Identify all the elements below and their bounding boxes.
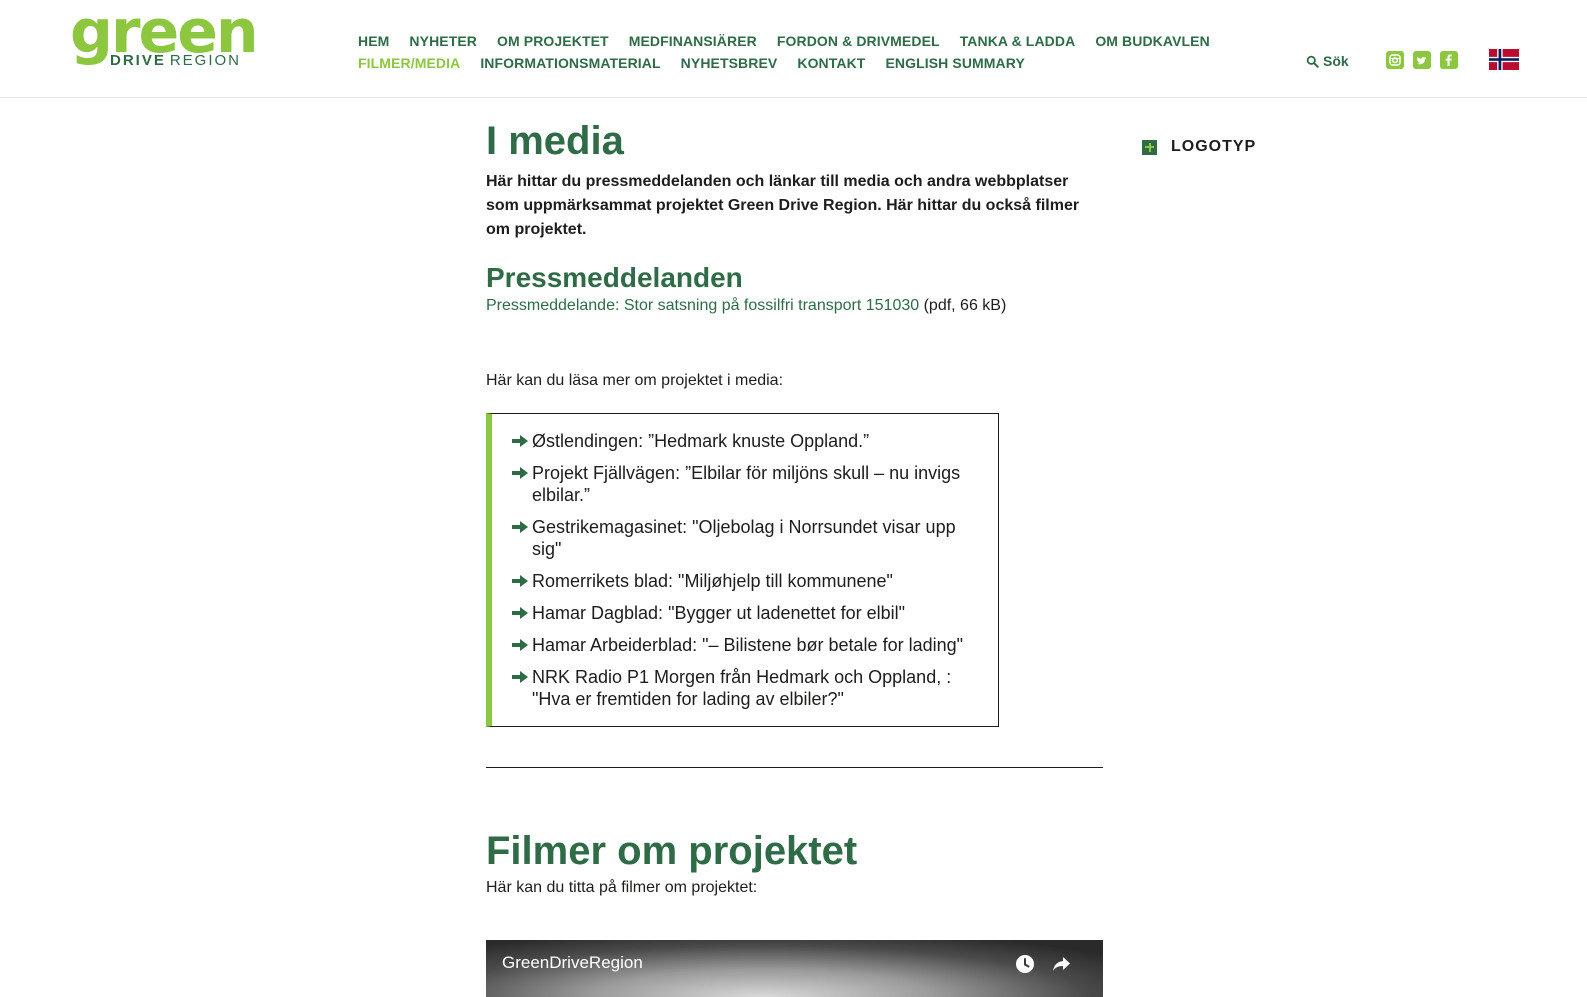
press-releases-heading: Pressmeddelanden — [486, 262, 743, 293]
norwegian-flag-icon[interactable] — [1489, 49, 1519, 70]
nav-link-tanka-ladda[interactable]: TANKA & LADDA — [960, 33, 1076, 49]
media-link-text: NRK Radio P1 Morgen från Hedmark och Opp… — [532, 667, 952, 709]
media-link-text: Hamar Arbeiderblad: "– Bilistene bør bet… — [532, 635, 964, 655]
twitter-icon[interactable] — [1413, 51, 1431, 69]
films-intro-text: Här kan du titta på filmer om projektet: — [486, 879, 758, 896]
press-release-row: Pressmeddelande: Stor satsning på fossil… — [486, 294, 1103, 318]
media-intro-text: Här kan du läsa mer om projektet i media… — [486, 372, 784, 389]
green-drive-region-logo[interactable]: green DRIVE REGION — [70, 2, 259, 76]
media-link-item[interactable]: Hamar Arbeiderblad: "– Bilistene bør bet… — [512, 634, 988, 656]
media-link-item[interactable]: Østlendingen: ”Hedmark knuste Oppland.” — [512, 430, 988, 452]
media-link-text: Hamar Dagblad: "Bygger ut ladenettet for… — [532, 603, 905, 623]
nav-row-1: HEM NYHETER OM PROJEKTET MEDFINANSIÄRER FORD… — [358, 30, 1218, 52]
nav-link-filmer-media[interactable]: FILMER/MEDIA — [358, 55, 460, 71]
video-title: GreenDriveRegion — [502, 953, 643, 972]
nav-link-om-projektet[interactable]: OM PROJEKTET — [497, 33, 609, 49]
facebook-icon[interactable] — [1440, 51, 1458, 69]
media-link-item[interactable]: Romerrikets blad: "Miljøhjelp till kommu… — [512, 570, 988, 592]
arrow-right-icon — [512, 634, 532, 656]
main-navigation: HEM NYHETER OM PROJEKTET MEDFINANSIÄRER FORD… — [358, 30, 1218, 74]
media-link-item[interactable]: NRK Radio P1 Morgen från Hedmark och Opp… — [512, 666, 988, 710]
media-link-text: Gestrikemagasinet: "Oljebolag i Norrsund… — [532, 517, 956, 559]
nav-link-informationsmaterial[interactable]: INFORMATIONSMATERIAL — [480, 55, 660, 71]
nav-row-2: FILMER/MEDIA INFORMATIONSMATERIAL NYHETSBR… — [358, 52, 1218, 74]
search-label: Sök — [1323, 53, 1349, 69]
logo-subtitle: DRIVE REGION — [110, 52, 241, 69]
plus-icon — [1142, 139, 1157, 155]
site-header: green DRIVE REGION HEM NYHETER OM PROJEKTET… — [0, 0, 1587, 98]
films-heading: Filmer om projektet — [486, 829, 858, 873]
watch-later-icon[interactable] — [1013, 952, 1037, 976]
arrow-right-icon — [512, 666, 532, 688]
arrow-right-icon — [512, 570, 532, 592]
nav-link-nyheter[interactable]: NYHETER — [409, 33, 477, 49]
arrow-right-icon — [512, 462, 532, 484]
media-link-text: Østlendingen: ”Hedmark knuste Oppland.” — [532, 431, 870, 451]
nav-link-medfinansiärer[interactable]: MEDFINANSIÄRER — [629, 33, 757, 49]
video-player[interactable]: GreenDriveRegion — [486, 940, 1103, 997]
lead-paragraph: Här hittar du pressmeddelanden och länka… — [486, 173, 1080, 238]
logo-region: REGION — [169, 52, 242, 69]
main-content: I media Här hittar du pressmeddelanden o… — [486, 118, 1103, 900]
nav-link-english-summary[interactable]: ENGLISH SUMMARY — [885, 55, 1024, 71]
media-link-item[interactable]: Gestrikemagasinet: "Oljebolag i Norrsund… — [512, 516, 988, 560]
arrow-right-icon — [512, 516, 532, 538]
search-button[interactable]: Sök — [1306, 53, 1349, 69]
nav-link-fordon-drivmedel[interactable]: FORDON & DRIVMEDEL — [777, 33, 940, 49]
nav-link-hem[interactable]: HEM — [358, 33, 389, 49]
search-icon — [1306, 55, 1319, 68]
media-link-item[interactable]: Projekt Fjällvägen: ”Elbilar för miljöns… — [512, 462, 988, 506]
section-divider — [486, 767, 1103, 768]
social-links — [1386, 51, 1458, 69]
nav-link-nyhetsbrev[interactable]: NYHETSBREV — [681, 55, 778, 71]
page-title: I media — [486, 119, 624, 163]
share-icon[interactable] — [1049, 952, 1073, 976]
media-link-text: Romerrikets blad: "Miljøhjelp till kommu… — [532, 571, 893, 591]
media-links-box: Østlendingen: ”Hedmark knuste Oppland.” P… — [486, 413, 999, 727]
sidebar-logotype-toggle[interactable]: LOGOTYP — [1142, 138, 1256, 156]
media-link-text: Projekt Fjällvägen: ”Elbilar för miljöns… — [532, 463, 961, 505]
nav-link-kontakt[interactable]: KONTAKT — [797, 55, 865, 71]
instagram-icon[interactable] — [1386, 51, 1404, 69]
press-release-file-info: (pdf, 66 kB) — [923, 297, 1007, 314]
nav-link-om-budkavlen[interactable]: OM BUDKAVLEN — [1095, 33, 1210, 49]
arrow-right-icon — [512, 430, 532, 452]
sidebar-logotype-label: LOGOTYP — [1171, 138, 1257, 155]
media-link-item[interactable]: Hamar Dagblad: "Bygger ut ladenettet for… — [512, 602, 988, 624]
press-release-link[interactable]: Pressmeddelande: Stor satsning på fossil… — [486, 297, 919, 314]
logo-drive: DRIVE — [110, 52, 166, 69]
arrow-right-icon — [512, 602, 532, 624]
